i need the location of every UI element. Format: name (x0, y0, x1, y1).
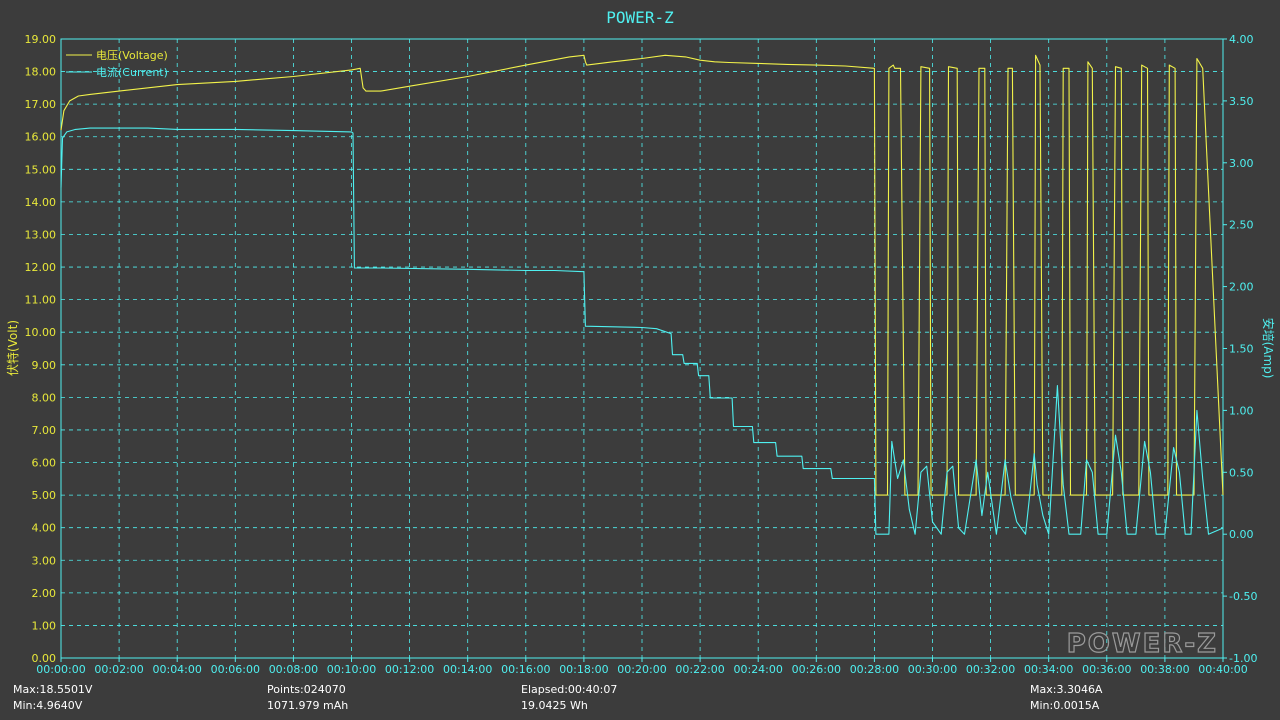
y-axis-right-label: 安培(Amp) (1261, 318, 1276, 379)
stats-current: Max:3.3046A Min:0.0015A (1030, 682, 1102, 714)
y-tick-label-right: 2.00 (1229, 281, 1254, 294)
y-tick-label-left: 15.00 (25, 163, 57, 176)
y-tick-label-left: 4.00 (32, 522, 57, 535)
y-tick-label-left: 7.00 (32, 424, 57, 437)
y-tick-label-right: -0.50 (1229, 590, 1257, 603)
max-voltage: Max:18.5501V (13, 683, 93, 696)
x-tick-label: 00:32:00 (966, 663, 1015, 676)
x-tick-label: 00:36:00 (1082, 663, 1131, 676)
chart-svg: POWER-Z 0.00 1.00 2.00 3.00 4.00 5.00 6.00 7.00… (0, 0, 1280, 720)
x-tick-label: 00:06:00 (211, 663, 260, 676)
elapsed-time: Elapsed:00:40:07 (521, 683, 618, 696)
x-tick-label: 00:22:00 (675, 663, 724, 676)
y-tick-label-left: 9.00 (32, 359, 57, 372)
y-tick-label-left: 13.00 (25, 228, 57, 241)
y-tick-label-left: 19.00 (25, 33, 57, 46)
x-tick-label: 00:14:00 (443, 663, 492, 676)
x-tick-label: 00:30:00 (908, 663, 957, 676)
legend-label-voltage: 电压(Voltage) (96, 49, 168, 62)
min-current: Min:0.0015A (1030, 699, 1100, 712)
chart-title: POWER-Z (606, 8, 674, 27)
x-tick-label: 00:40:00 (1198, 663, 1247, 676)
y-tick-label-left: 5.00 (32, 489, 57, 502)
y-tick-label-left: 2.00 (32, 587, 57, 600)
min-voltage: Min:4.9640V (13, 699, 83, 712)
y-tick-label-left: 6.00 (32, 457, 57, 470)
y-tick-label-left: 8.00 (32, 391, 57, 404)
x-tick-label: 00:18:00 (559, 663, 608, 676)
y-tick-label-left: 3.00 (32, 554, 57, 567)
y-axis-left-label: 伏特(Volt) (5, 320, 20, 376)
y-tick-label-right: 1.00 (1229, 404, 1254, 417)
y-tick-label-right: 0.00 (1229, 528, 1254, 541)
x-tick-label: 00:34:00 (1024, 663, 1073, 676)
x-tick-label: 00:08:00 (269, 663, 318, 676)
y-tick-label-left: 18.00 (25, 66, 57, 79)
y-tick-label-right: 0.50 (1229, 466, 1254, 479)
x-tick-label: 00:28:00 (850, 663, 899, 676)
y-tick-label-right: 1.50 (1229, 343, 1254, 356)
x-tick-label: 00:12:00 (385, 663, 434, 676)
y-tick-label-left: 14.00 (25, 196, 57, 209)
x-tick-label: 00:38:00 (1140, 663, 1189, 676)
y-tick-label-left: 17.00 (25, 98, 57, 111)
y-tick-label-right: 3.50 (1229, 95, 1254, 108)
y-tick-label-left: 12.00 (25, 261, 57, 274)
x-tick-label: 00:10:00 (327, 663, 376, 676)
x-tick-label: 00:02:00 (94, 663, 143, 676)
y-tick-label-right: 4.00 (1229, 33, 1254, 46)
x-tick-label: 00:26:00 (792, 663, 841, 676)
stats-voltage: Max:18.5501V Min:4.9640V (13, 682, 92, 714)
y-tick-label-left: 10.00 (25, 326, 57, 339)
y-tick-label-left: 16.00 (25, 131, 57, 144)
y-tick-label-left: 1.00 (32, 619, 57, 632)
capacity-mah: 1071.979 mAh (267, 699, 349, 712)
x-tick-label: 00:00:00 (36, 663, 85, 676)
points-count: Points:024070 (267, 683, 346, 696)
y-tick-label-right: 3.00 (1229, 157, 1254, 170)
x-tick-label: 00:16:00 (501, 663, 550, 676)
stats-elapsed: Elapsed:00:40:07 19.0425 Wh (521, 682, 617, 714)
legend-label-current: 电流(Current) (96, 65, 168, 79)
y-tick-label-right: 2.50 (1229, 219, 1254, 232)
stats-points: Points:024070 1071.979 mAh (267, 682, 348, 714)
power-z-logo: POWER-Z (1067, 629, 1218, 659)
y-tick-label-left: 11.00 (25, 294, 57, 307)
x-tick-label: 00:24:00 (733, 663, 782, 676)
energy-wh: 19.0425 Wh (521, 699, 588, 712)
max-current: Max:3.3046A (1030, 683, 1103, 696)
x-tick-label: 00:04:00 (152, 663, 201, 676)
x-tick-label: 00:20:00 (617, 663, 666, 676)
